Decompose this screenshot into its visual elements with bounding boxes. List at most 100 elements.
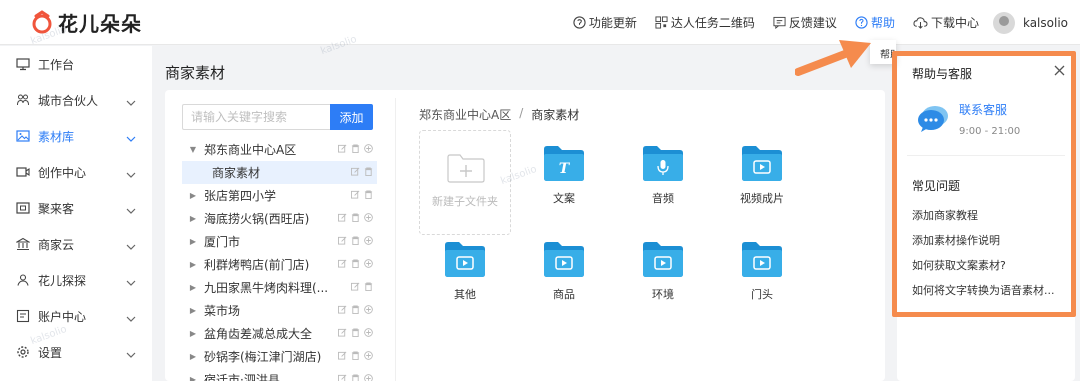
feature-updates-button[interactable]: 功能更新 [573, 14, 637, 31]
edit-icon[interactable] [338, 236, 347, 245]
edit-icon[interactable] [338, 351, 347, 360]
trash-icon[interactable] [351, 374, 360, 381]
qrcode-button[interactable]: 达人任务二维码 [655, 14, 755, 31]
sidebar-item-settings[interactable]: 设置 [0, 334, 152, 370]
folder-storefront[interactable]: 门头 [716, 240, 808, 302]
add-circle-icon[interactable] [364, 374, 373, 381]
edit-icon[interactable] [351, 167, 360, 176]
breadcrumb-current: 商家素材 [531, 108, 580, 122]
edit-icon[interactable] [338, 305, 347, 314]
node-actions [334, 328, 373, 337]
faq-item[interactable]: 添加素材操作说明 [912, 232, 1055, 257]
tree-node-label: 郑东商业中心A区 [204, 143, 297, 157]
edit-icon[interactable] [338, 328, 347, 337]
trash-icon[interactable] [351, 351, 360, 360]
tree-node[interactable]: ▶ 盆角齿差减总成大全 [182, 322, 377, 345]
download-center-button[interactable]: 下载中心 [913, 14, 979, 31]
tree-node-label: 利群烤鸭店(前门店) [204, 258, 310, 272]
new-subfolder-label: 新建子文件夹 [432, 195, 498, 208]
sidebar-item-city-partner[interactable]: 城市合伙人 [0, 82, 152, 118]
node-actions [347, 190, 373, 199]
breadcrumb-separator: / [519, 106, 524, 120]
tree-node[interactable]: ▶ 利群烤鸭店(前门店) [182, 253, 377, 276]
add-button[interactable]: 添加 [330, 104, 373, 130]
sidebar-item-creation-center[interactable]: 创作中心 [0, 154, 152, 190]
caret-right-icon[interactable]: ▶ [186, 214, 200, 223]
caret-down-icon[interactable]: ▼ [186, 145, 200, 154]
logo[interactable]: 花儿朵朵 [30, 10, 142, 36]
sidebar-item-account-center[interactable]: 账户中心 [0, 298, 152, 334]
close-icon[interactable] [1054, 65, 1065, 79]
add-circle-icon[interactable] [364, 259, 373, 268]
trash-icon[interactable] [351, 259, 360, 268]
node-actions [334, 144, 373, 153]
edit-icon[interactable] [338, 213, 347, 222]
tree-node[interactable]: ▶ 宿迁市·泗洪县 [182, 368, 377, 381]
edit-icon[interactable] [351, 190, 360, 199]
video-icon [16, 165, 30, 179]
trash-icon[interactable] [351, 305, 360, 314]
sidebar-item-merchant-cloud[interactable]: 商家云 [0, 226, 152, 262]
caret-right-icon[interactable]: ▶ [186, 260, 200, 269]
tree-node[interactable]: ▶ 菜市场 [182, 299, 377, 322]
tree-node[interactable]: ▶ 厦门市 [182, 230, 377, 253]
add-circle-icon[interactable] [364, 144, 373, 153]
add-circle-icon[interactable] [364, 328, 373, 337]
chevron-down-icon [126, 131, 136, 145]
username[interactable]: kalsolio [1023, 16, 1068, 30]
add-circle-icon[interactable] [364, 236, 373, 245]
contact-support-link[interactable]: 联系客服 [959, 101, 1020, 118]
add-circle-icon[interactable] [364, 351, 373, 360]
add-circle-icon[interactable] [364, 305, 373, 314]
trash-icon[interactable] [351, 213, 360, 222]
sidebar-item-workbench[interactable]: 工作台 [0, 46, 152, 82]
feedback-button[interactable]: 反馈建议 [773, 14, 837, 31]
node-actions [334, 305, 373, 314]
chevron-down-icon [126, 275, 136, 289]
add-circle-icon[interactable] [364, 213, 373, 222]
caret-right-icon[interactable]: ▶ [186, 375, 200, 381]
sidebar-item-huaer-tantan[interactable]: 花儿探探 [0, 262, 152, 298]
caret-right-icon[interactable]: ▶ [186, 329, 200, 338]
contact-support[interactable]: 联系客服 9:00 - 21:00 [917, 101, 1020, 137]
folder-final-video[interactable]: 视频成片 [716, 144, 808, 206]
avatar[interactable] [992, 11, 1015, 34]
help-button[interactable]: 帮助 [855, 14, 895, 31]
faq-item[interactable]: 如何将文字转换为语音素材... [912, 282, 1055, 307]
chevron-down-icon [126, 239, 136, 253]
breadcrumb-root[interactable]: 郑东商业中心A区 [419, 106, 511, 123]
caret-right-icon[interactable]: ▶ [186, 191, 200, 200]
edit-icon[interactable] [351, 282, 360, 291]
new-subfolder-button[interactable]: 新建子文件夹 [419, 130, 511, 235]
trash-icon[interactable] [364, 190, 373, 199]
trash-icon[interactable] [351, 328, 360, 337]
tree-node[interactable]: ▶ 海底捞火锅(西旺店) [182, 207, 377, 230]
sidebar-item-julaike[interactable]: 聚来客 [0, 190, 152, 226]
edit-icon[interactable] [338, 144, 347, 153]
tree-node[interactable]: 商家素材 [182, 161, 377, 184]
faq-item[interactable]: 添加商家教程 [912, 207, 1055, 232]
folder-products[interactable]: 商品 [518, 240, 610, 302]
tree-node[interactable]: ▼ 郑东商业中心A区 [182, 138, 377, 161]
caret-right-icon[interactable]: ▶ [186, 237, 200, 246]
folder-environment[interactable]: 环境 [617, 240, 709, 302]
caret-right-icon[interactable]: ▶ [186, 352, 200, 361]
folder-other[interactable]: 其他 [419, 240, 511, 302]
edit-icon[interactable] [338, 259, 347, 268]
caret-right-icon[interactable]: ▶ [186, 283, 200, 292]
tree-node[interactable]: ▶ 砂锅李(梅江津门湖店) [182, 345, 377, 368]
caret-right-icon[interactable]: ▶ [186, 306, 200, 315]
sidebar-item-material-library[interactable]: 素材库 [0, 118, 152, 154]
tree-node[interactable]: ▶ 张店第四小学 [182, 184, 377, 207]
tree-node[interactable]: ▶ 九田家黑牛烤肉料理(... [182, 276, 377, 299]
trash-icon[interactable] [351, 236, 360, 245]
edit-icon[interactable] [338, 374, 347, 381]
folder-audio[interactable]: 音频 [617, 144, 709, 206]
faq-item[interactable]: 如何获取文案素材? [912, 257, 1055, 282]
store-icon [16, 201, 30, 215]
trash-icon[interactable] [364, 282, 373, 291]
search-input[interactable] [182, 104, 330, 130]
folder-copywriting[interactable]: T 文案 [518, 144, 610, 206]
trash-icon[interactable] [364, 167, 373, 176]
trash-icon[interactable] [351, 144, 360, 153]
